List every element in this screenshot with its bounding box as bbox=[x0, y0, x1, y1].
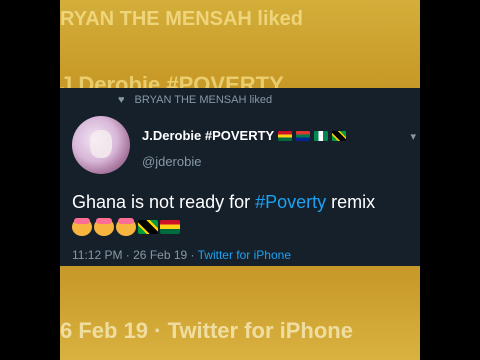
nigeria-flag-icon bbox=[314, 130, 329, 141]
hashtag-link[interactable]: #Poverty bbox=[255, 192, 326, 212]
ghana-flag-icon bbox=[278, 130, 293, 141]
chevron-down-icon[interactable]: ▾ bbox=[410, 130, 416, 143]
south-africa-flag-icon bbox=[296, 130, 311, 141]
tweet-timestamp: 11:12 PM · 26 Feb 19 · bbox=[72, 248, 198, 262]
ghana-flag-icon bbox=[160, 220, 180, 234]
tweet-text-part: remix bbox=[326, 192, 376, 212]
avatar[interactable] bbox=[72, 116, 130, 174]
exploding-head-emoji-icon bbox=[94, 218, 114, 236]
emoji-row bbox=[72, 218, 180, 236]
display-name[interactable]: J.Derobie #POVERTY bbox=[142, 128, 347, 143]
jamaica-flag-icon bbox=[332, 130, 347, 141]
jamaica-flag-icon bbox=[138, 220, 158, 234]
heart-icon: ♥ bbox=[118, 94, 125, 106]
user-handle[interactable]: @jderobie bbox=[142, 154, 201, 169]
tweet-source-link[interactable]: Twitter for iPhone bbox=[198, 248, 291, 262]
tweet-card[interactable]: ♥ BRYAN THE MENSAH liked J.Derobie #POVE… bbox=[60, 88, 420, 266]
tweet-text-part: Ghana is not ready for bbox=[72, 192, 256, 212]
tweet-text: Ghana is not ready for #Poverty remix bbox=[72, 192, 375, 213]
exploding-head-emoji-icon bbox=[72, 218, 92, 236]
display-name-text: J.Derobie #POVERTY bbox=[142, 128, 275, 143]
background-liked-text: RYAN THE MENSAH liked bbox=[60, 8, 304, 30]
liked-by-text: BRYAN THE MENSAH liked bbox=[134, 94, 273, 106]
background-timestamp-text: 6 Feb 19 · Twitter for iPhone bbox=[60, 318, 353, 343]
liked-row: ♥ BRYAN THE MENSAH liked bbox=[118, 94, 272, 106]
video-frame: RYAN THE MENSAH liked J.Derobie #POVERTY… bbox=[60, 0, 420, 360]
tweet-meta: 11:12 PM · 26 Feb 19 · Twitter for iPhon… bbox=[72, 248, 291, 262]
exploding-head-emoji-icon bbox=[116, 218, 136, 236]
